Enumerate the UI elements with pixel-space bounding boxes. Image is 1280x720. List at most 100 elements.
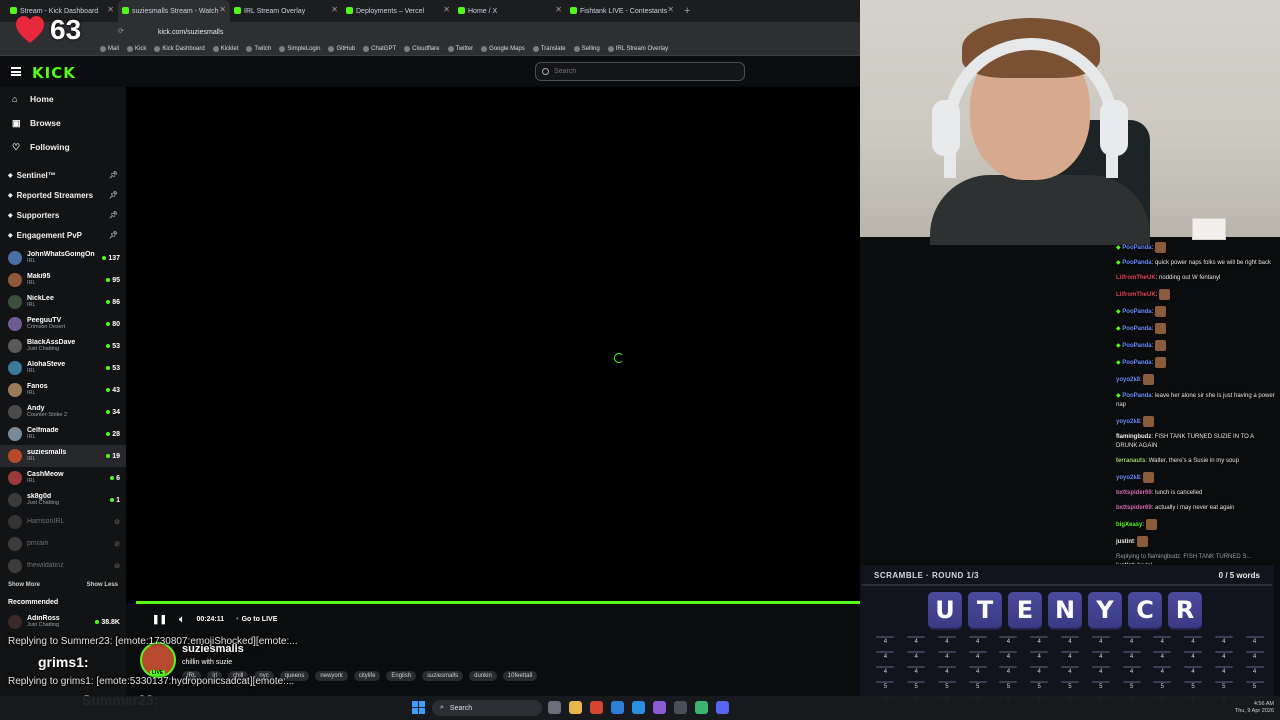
discord-icon[interactable] xyxy=(716,701,729,714)
sidebar-channel[interactable]: HarrisonIRL ⊘ xyxy=(0,511,126,533)
sidebar-channel[interactable]: BlackAssDave Just Chatting 53 xyxy=(0,335,126,357)
chat-username[interactable]: PooPanda xyxy=(1122,393,1151,399)
stream-tag[interactable]: English xyxy=(386,671,417,681)
chat-username[interactable]: bxttspider69 xyxy=(1116,505,1152,511)
browser-tab[interactable]: Deployments – Vercel ✕ xyxy=(342,0,454,22)
sidebar-channel[interactable]: NickLee IRL 86 xyxy=(0,291,126,313)
close-tab-icon[interactable]: ✕ xyxy=(219,5,226,14)
windows-start-icon[interactable] xyxy=(412,701,425,714)
chat-username[interactable]: PooPanda xyxy=(1122,260,1151,266)
close-tab-icon[interactable]: ✕ xyxy=(667,5,674,14)
chat-username[interactable]: PooPanda xyxy=(1122,343,1151,349)
stream-tag[interactable]: suziesmalls xyxy=(422,671,464,681)
menu-icon[interactable] xyxy=(11,67,21,76)
sidebar-channel[interactable]: AlohaSteve IRL 53 xyxy=(0,357,126,379)
bookmark-item[interactable]: SimpleLogin xyxy=(279,45,320,52)
browser-tab[interactable]: Fishtank LIVE - Contestants ✕ xyxy=(566,0,678,22)
chat-username[interactable]: LilfromTheUK xyxy=(1116,275,1156,281)
browser-tab[interactable]: IRL Stream Overlay ✕ xyxy=(230,0,342,22)
sidebar-channel[interactable]: sk8g0d Just Chatting 1 xyxy=(0,489,126,511)
file-explorer-icon[interactable] xyxy=(569,701,582,714)
sidebar-channel[interactable]: suziesmalls IRL 19 xyxy=(0,445,126,467)
sidebar-channel[interactable]: Maki95 IRL 95 xyxy=(0,269,126,291)
close-tab-icon[interactable]: ✕ xyxy=(331,5,338,14)
bookmark-item[interactable]: Twitter xyxy=(447,45,473,52)
pause-icon[interactable]: ❚❚ xyxy=(152,614,167,625)
show-more-button[interactable]: Show More xyxy=(8,582,40,588)
address-bar[interactable]: ⟳ kick.com/suziesmalls xyxy=(0,22,860,42)
browser-tab[interactable]: Home / X ✕ xyxy=(454,0,566,22)
stream-tag[interactable]: newyork xyxy=(315,671,348,681)
new-tab-button[interactable]: + xyxy=(684,5,690,17)
pin-icon[interactable]: 📌︎ xyxy=(109,171,118,179)
bookmark-item[interactable]: Selling xyxy=(573,45,600,52)
taskbar-search[interactable]: ⌕ Search xyxy=(432,700,542,716)
chat-username[interactable]: yoyo2k8 xyxy=(1116,419,1140,425)
go-live-button[interactable]: • Go to LIVE xyxy=(236,616,277,623)
stream-tag[interactable]: citylife xyxy=(353,671,381,681)
search-box[interactable] xyxy=(535,62,745,81)
chat-username[interactable]: bxttspider69 xyxy=(1116,490,1152,496)
url-text[interactable]: kick.com/suziesmalls xyxy=(158,29,223,36)
chat-username[interactable]: yoyo2k8 xyxy=(1116,378,1140,384)
close-tab-icon[interactable]: ✕ xyxy=(107,5,114,14)
clock[interactable]: 4:56 AM Thu, 9 Apr 2026 xyxy=(1235,701,1274,715)
browser-tab[interactable]: suziesmalls Stream - Watch ✕ xyxy=(118,0,230,22)
nav-buttons[interactable]: ⟳ xyxy=(118,27,148,37)
close-tab-icon[interactable]: ✕ xyxy=(443,5,450,14)
sidebar-channel[interactable]: Fanos IRL 43 xyxy=(0,379,126,401)
sidebar-section[interactable]: ◆ Reported Streamers 📌︎ xyxy=(0,185,126,205)
sidebar-section[interactable]: ◆ Sentinel™ 📌︎ xyxy=(0,165,126,185)
kick-logo[interactable]: KICK xyxy=(32,64,76,82)
chat-username[interactable]: terranauts xyxy=(1116,458,1145,464)
sidebar-channel[interactable]: PeeguuTV Crimson Desert 80 xyxy=(0,313,126,335)
sidebar-channel[interactable]: thewildatinz ⊘ xyxy=(0,555,126,577)
bookmark-item[interactable]: Kicklet xyxy=(212,45,238,52)
sidebar-nav-following[interactable]: ♡ Following xyxy=(0,135,126,159)
pin-icon[interactable]: 📌︎ xyxy=(109,191,118,199)
app-icon[interactable] xyxy=(695,701,708,714)
mail-icon[interactable] xyxy=(611,701,624,714)
chat-username[interactable]: PooPanda xyxy=(1122,309,1151,315)
bookmark-item[interactable]: Twitch xyxy=(246,45,271,52)
show-less-button[interactable]: Show Less xyxy=(87,582,118,588)
search-input[interactable] xyxy=(554,68,734,75)
vscode-icon[interactable] xyxy=(632,701,645,714)
stream-tag[interactable]: 10feettall xyxy=(502,671,538,681)
stream-tag[interactable]: dunkin xyxy=(469,671,497,681)
sidebar-channel[interactable]: Celfmade IRL 28 xyxy=(0,423,126,445)
sidebar-channel[interactable]: Andy Counter-Strike 2 34 xyxy=(0,401,126,423)
terminal-icon[interactable] xyxy=(674,701,687,714)
sidebar-channel[interactable]: AdinRoss Just Chatting 38.8K xyxy=(0,611,126,633)
pin-icon[interactable]: 📌︎ xyxy=(109,231,118,239)
bookmark-item[interactable]: IRL Stream Overlay xyxy=(607,45,668,52)
bookmark-item[interactable]: Mail xyxy=(100,45,119,52)
video-player[interactable] xyxy=(126,87,860,603)
browser-icon[interactable] xyxy=(590,701,603,714)
close-tab-icon[interactable]: ✕ xyxy=(555,5,562,14)
chat-username[interactable]: justint xyxy=(1116,539,1134,545)
chat-username[interactable]: yoyo2k8 xyxy=(1116,475,1140,481)
sidebar-channel[interactable]: JohnWhatsGoingOn IRL 137 xyxy=(0,247,126,269)
bookmark-item[interactable]: Kick Dashboard xyxy=(154,45,205,52)
sidebar-section[interactable]: ◆ Engagement PvP 📌︎ xyxy=(0,225,126,245)
bookmark-item[interactable]: GitHub xyxy=(328,45,355,52)
chat-username[interactable]: PooPanda xyxy=(1122,326,1151,332)
bookmark-item[interactable]: Kick xyxy=(127,45,146,52)
sidebar-section[interactable]: ◆ Supporters 📌︎ xyxy=(0,205,126,225)
chat-username[interactable]: flamingbudz xyxy=(1116,434,1151,440)
pin-icon[interactable]: 📌︎ xyxy=(109,211,118,219)
sidebar-nav-browse[interactable]: ▣ Browse xyxy=(0,111,126,135)
volume-icon[interactable]: 🔈︎ xyxy=(179,614,184,625)
bookmark-item[interactable]: Cloudflare xyxy=(404,45,440,52)
chat-username[interactable]: justint xyxy=(1116,563,1134,564)
sidebar-channel[interactable]: pmrain ⊘ xyxy=(0,533,126,555)
bookmark-item[interactable]: ChatGPT xyxy=(363,45,396,52)
task-view-icon[interactable] xyxy=(548,701,561,714)
reload-icon[interactable]: ⟳ xyxy=(118,27,124,37)
bookmark-item[interactable]: Translate xyxy=(532,45,566,52)
sidebar-nav-home[interactable]: ⌂ Home xyxy=(0,87,126,111)
app-icon[interactable] xyxy=(653,701,666,714)
chat-username[interactable]: LilfromTheUK xyxy=(1116,292,1156,298)
chat-username[interactable]: bigXeasy xyxy=(1116,522,1142,528)
